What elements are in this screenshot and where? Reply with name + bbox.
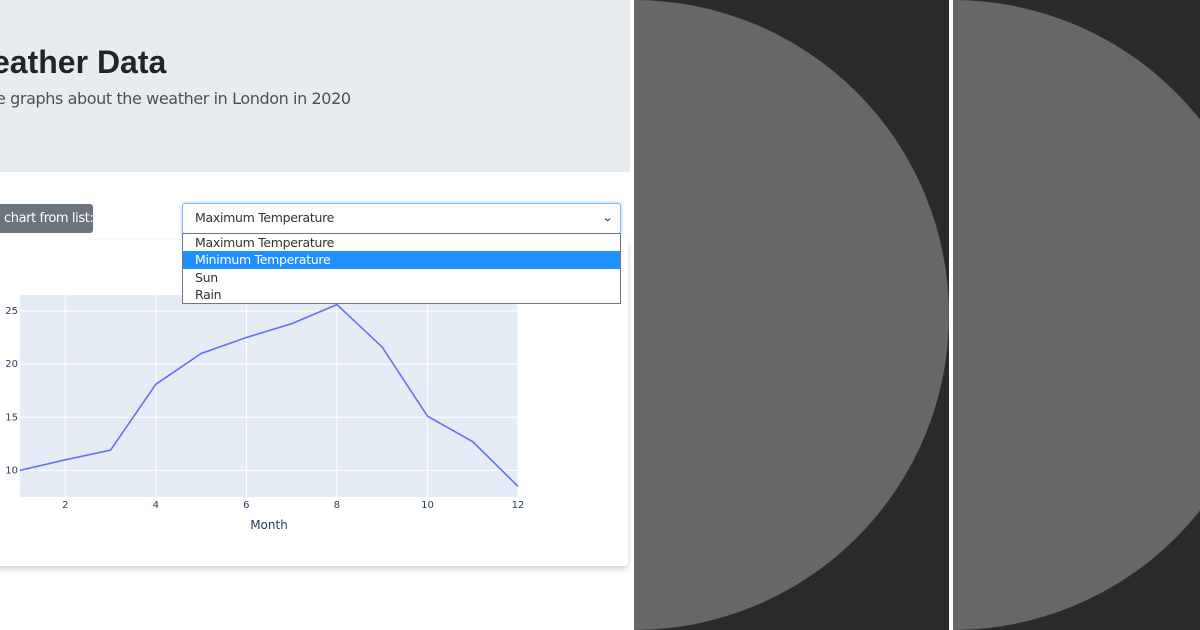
y-tick-label: 15 <box>5 412 18 423</box>
x-tick-labels: 2 4 6 8 10 12 <box>62 500 524 511</box>
chart-select-dropdown: Maximum Temperature Minimum Temperature Su… <box>182 233 621 304</box>
y-tick-labels: 10 15 20 25 <box>5 306 18 476</box>
y-tick-label: 25 <box>5 306 18 317</box>
chevron-down-icon[interactable]: ⌄ <box>602 204 614 232</box>
x-tick-label: 6 <box>243 500 249 511</box>
y-tick-label: 10 <box>5 465 18 476</box>
x-axis-label: Month <box>250 518 288 532</box>
half-circle-shape <box>953 0 1200 630</box>
dark-panel-left <box>634 0 949 630</box>
chart-select-value: Maximum Temperature <box>195 210 335 225</box>
x-tick-label: 10 <box>421 500 434 511</box>
browser-page: eather Data e graphs about the weather i… <box>0 0 634 630</box>
x-tick-label: 12 <box>512 500 525 511</box>
x-tick-label: 8 <box>334 500 340 511</box>
x-tick-label: 4 <box>153 500 159 511</box>
dropdown-option[interactable]: Sun <box>183 269 620 286</box>
x-tick-label: 2 <box>62 500 68 511</box>
select-chart-label: chart from list: <box>0 204 93 233</box>
half-circle-shape <box>634 0 949 630</box>
dark-panel-right <box>953 0 1200 630</box>
page-title: eather Data <box>0 44 167 80</box>
chart-select[interactable]: Maximum Temperature ⌄ <box>182 203 621 234</box>
header-jumbotron: eather Data e graphs about the weather i… <box>0 0 630 172</box>
dropdown-option[interactable]: Maximum Temperature <box>183 234 620 251</box>
page-subtitle: e graphs about the weather in London in … <box>0 89 351 108</box>
dropdown-option[interactable]: Rain <box>183 286 620 303</box>
plot-area <box>20 295 518 497</box>
dropdown-option[interactable]: Minimum Temperature <box>183 251 620 269</box>
y-tick-label: 20 <box>5 359 18 370</box>
